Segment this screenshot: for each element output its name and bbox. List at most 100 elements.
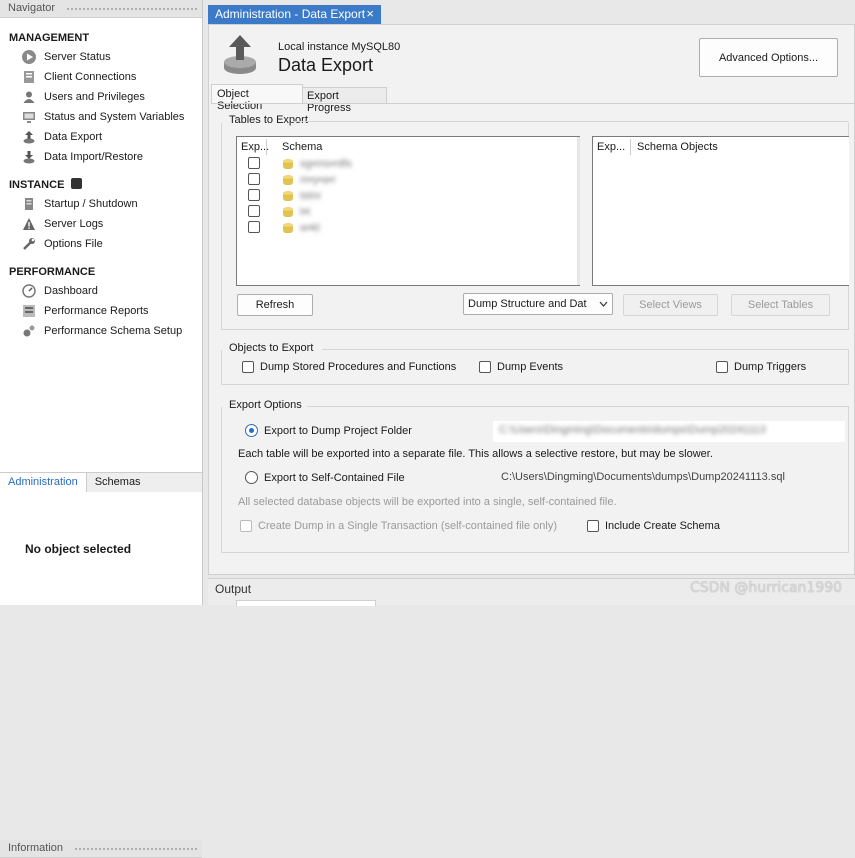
- self-contained-radio[interactable]: [245, 471, 258, 484]
- nav-label: Data Import/Restore: [44, 151, 144, 163]
- schema-name: m•y•a•r: [300, 174, 336, 186]
- events-option[interactable]: Dump Events: [479, 361, 563, 373]
- nav-options-file[interactable]: Options File: [0, 234, 202, 254]
- import-icon: [22, 150, 36, 164]
- monitor-icon: [22, 110, 36, 124]
- schema-name: sg•ms•ntfs: [300, 158, 352, 170]
- schema-row[interactable]: [248, 221, 260, 236]
- schema-checkbox[interactable]: [248, 221, 260, 233]
- create-schema-label: Include Create Schema: [605, 520, 720, 532]
- gauge-icon: [22, 284, 36, 298]
- single-transaction-checkbox[interactable]: [240, 520, 252, 532]
- nav-users-privileges[interactable]: Users and Privileges: [0, 87, 202, 107]
- create-schema-checkbox[interactable]: [587, 520, 599, 532]
- self-contained-label: Export to Self-Contained File: [264, 471, 405, 484]
- tab-data-export[interactable]: Administration - Data Export ×: [208, 5, 381, 24]
- output-title: Output: [215, 582, 252, 596]
- triggers-checkbox[interactable]: [716, 361, 728, 373]
- refresh-button[interactable]: Refresh: [237, 294, 313, 316]
- self-contained-option[interactable]: Export to Self-Contained File: [245, 471, 405, 484]
- wrench-box-icon: [71, 178, 83, 189]
- nav-data-export[interactable]: Data Export: [0, 127, 202, 147]
- output-field: [236, 600, 376, 606]
- management-list: Server Status Client Connections Users a…: [0, 47, 202, 167]
- header-subtitle: Local instance MySQL80: [278, 41, 401, 53]
- schema-objects-list[interactable]: Exp... Schema Objects: [592, 136, 849, 286]
- nav-label: Startup / Shutdown: [44, 198, 138, 210]
- project-folder-label: Export to Dump Project Folder: [264, 424, 412, 437]
- close-icon[interactable]: ×: [366, 7, 374, 22]
- events-checkbox[interactable]: [479, 361, 491, 373]
- schema-checkbox[interactable]: [248, 157, 260, 169]
- data-export-panel: Local instance MySQL80 Data Export Advan…: [208, 24, 855, 575]
- schema-row[interactable]: [248, 173, 260, 188]
- create-schema-option[interactable]: Include Create Schema: [587, 520, 720, 532]
- project-folder-option[interactable]: Export to Dump Project Folder: [245, 424, 412, 437]
- nav-data-import[interactable]: Data Import/Restore: [0, 147, 202, 167]
- nav-label: Status and System Variables: [44, 111, 185, 123]
- schema-row[interactable]: [248, 189, 260, 204]
- nav-label: Server Status: [44, 51, 111, 63]
- section-performance: PERFORMANCE: [9, 266, 96, 278]
- export-logo-icon: [222, 35, 258, 80]
- schema-checkbox[interactable]: [248, 173, 260, 185]
- navigator-tabs: Administration Schemas: [0, 472, 202, 492]
- nav-status-variables[interactable]: Status and System Variables: [0, 107, 202, 127]
- database-icon: [282, 190, 294, 205]
- self-contained-note: All selected database objects will be ex…: [238, 496, 617, 508]
- section-instance-title: INSTANCE: [9, 179, 65, 191]
- nav-label: Users and Privileges: [44, 91, 145, 103]
- project-path-value: C:\Users\Dingming\Documents\dumps\Dump20…: [499, 424, 766, 436]
- navigator-title: Navigator: [8, 2, 56, 14]
- schema-name: tstnr: [300, 190, 322, 202]
- schema-row[interactable]: [248, 205, 260, 220]
- tab-schemas[interactable]: Schemas: [87, 473, 149, 492]
- procedures-option[interactable]: Dump Stored Procedures and Functions: [242, 361, 456, 373]
- schema-checkbox[interactable]: [248, 189, 260, 201]
- advanced-options-button[interactable]: Advanced Options...: [699, 38, 838, 77]
- information-text: No object selected: [25, 542, 132, 556]
- group-line: [293, 121, 849, 122]
- performance-list: Dashboard Performance Reports Performanc…: [0, 281, 202, 341]
- schema-list[interactable]: Exp... Schema sg•ms•ntfs m•y•a•r tstnr t…: [236, 136, 580, 286]
- self-contained-path-field[interactable]: C:\Users\Dingming\Documents\dumps\Dump20…: [501, 471, 785, 483]
- project-folder-path-field[interactable]: C:\Users\Dingming\Documents\dumps\Dump20…: [493, 421, 845, 442]
- section-instance: INSTANCE: [0, 176, 202, 194]
- nav-startup-shutdown[interactable]: Startup / Shutdown: [0, 194, 202, 214]
- information-title: Information: [8, 842, 64, 854]
- grip-dots: [66, 7, 198, 11]
- nav-performance-schema-setup[interactable]: Performance Schema Setup: [0, 321, 202, 341]
- warning-icon: [22, 217, 36, 231]
- schema-checkbox[interactable]: [248, 205, 260, 217]
- schema-row[interactable]: [248, 157, 260, 172]
- nav-client-connections[interactable]: Client Connections: [0, 67, 202, 87]
- single-transaction-option[interactable]: Create Dump in a Single Transaction (sel…: [240, 520, 557, 532]
- select-views-button[interactable]: Select Views: [623, 294, 718, 316]
- dump-select-value: Dump Structure and Dat: [468, 298, 587, 310]
- nav-performance-reports[interactable]: Performance Reports: [0, 301, 202, 321]
- nav-server-status[interactable]: Server Status: [0, 47, 202, 67]
- tab-object-selection[interactable]: Object Selection: [211, 84, 303, 112]
- schema-name: t•t: [300, 206, 310, 218]
- database-icon: [282, 206, 294, 221]
- project-folder-radio[interactable]: [245, 424, 258, 437]
- select-tables-button[interactable]: Select Tables: [731, 294, 830, 316]
- col-schema-objects: Schema Objects: [637, 141, 718, 153]
- scrollbar[interactable]: [577, 137, 580, 285]
- tab-administration[interactable]: Administration: [0, 473, 87, 492]
- dump-type-select[interactable]: Dump Structure and Dat: [463, 293, 613, 315]
- triggers-label: Dump Triggers: [734, 361, 807, 373]
- procedures-checkbox[interactable]: [242, 361, 254, 373]
- database-icon: [282, 174, 294, 189]
- nav-label: Client Connections: [44, 71, 137, 83]
- tab-export-progress[interactable]: Export Progress: [302, 87, 387, 114]
- export-icon: [22, 130, 36, 144]
- triggers-option[interactable]: Dump Triggers: [716, 361, 806, 373]
- col-export: Exp...: [597, 141, 626, 153]
- col-sep: [266, 139, 267, 155]
- nav-label: Performance Schema Setup: [44, 325, 183, 337]
- nav-dashboard[interactable]: Dashboard: [0, 281, 202, 301]
- section-management: MANAGEMENT: [9, 32, 90, 44]
- nav-label: Server Logs: [44, 218, 104, 230]
- nav-server-logs[interactable]: Server Logs: [0, 214, 202, 234]
